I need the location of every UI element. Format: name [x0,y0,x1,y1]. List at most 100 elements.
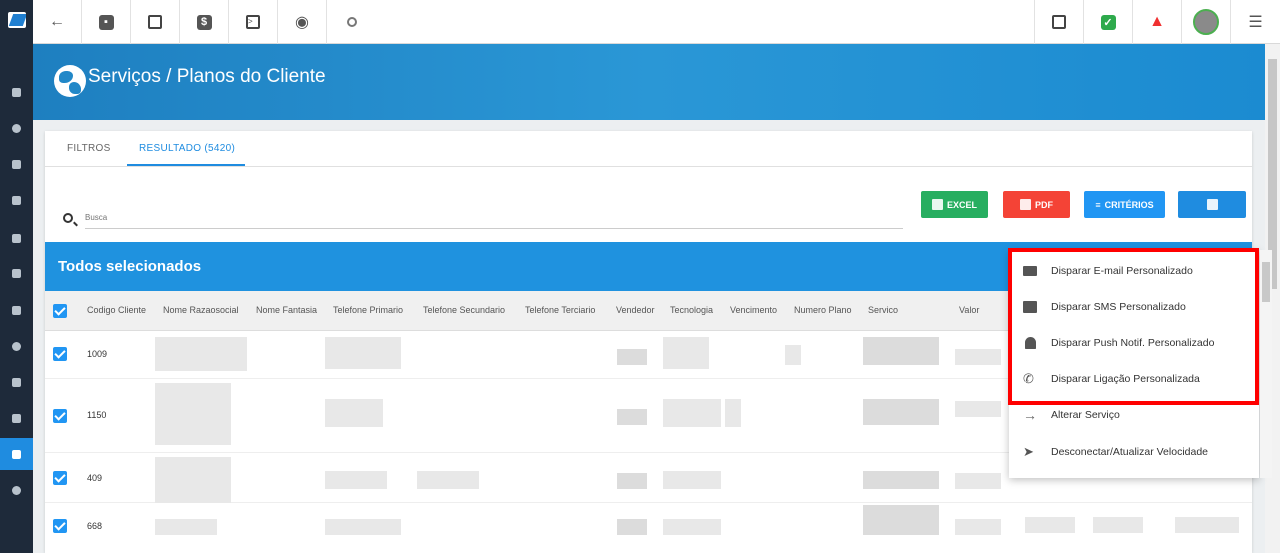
redacted-cell [725,399,741,427]
sidebar-item-user[interactable] [0,330,33,362]
sidebar-item-box[interactable] [0,257,33,289]
settings-button[interactable] [1178,191,1246,218]
pdf-icon [1020,199,1031,210]
calendar-clock-icon[interactable] [131,0,180,44]
sms-icon [1023,301,1037,313]
redacted-cell [663,471,721,489]
redacted-cell [1025,517,1075,533]
redacted-cell [417,471,479,489]
phone-icon: ✆ [1023,371,1034,386]
email-icon [1023,266,1037,276]
avatar[interactable] [1181,0,1230,44]
redacted-cell [617,349,647,365]
select-all-checkbox[interactable] [53,304,67,318]
col-valor[interactable]: Valor [959,305,979,315]
dollar-icon[interactable]: $ [180,0,229,44]
top-toolbar: ← ▪ $ > ◉ ✓ ▲ ☰ [33,0,1280,44]
sidebar-item-services[interactable] [0,438,33,470]
tab-filtros[interactable]: FILTROS [67,143,111,154]
sidebar-item-contacts[interactable] [0,148,33,180]
redacted-cell [1093,517,1143,533]
menu-item-desconectar[interactable]: ➤ Desconectar/Atualizar Velocidade [1009,434,1249,470]
back-arrow-icon[interactable]: ← [33,0,82,44]
sidebar-item-calendar[interactable] [0,222,33,254]
page-title: Serviços / Planos do Cliente [88,66,326,87]
sidebar [0,0,33,553]
row-checkbox[interactable] [53,519,67,533]
redacted-cell [155,519,217,535]
col-telefone-terciario[interactable]: Telefone Terciario [525,305,595,315]
redacted-cell [617,409,647,425]
cell-codigo: 1150 [87,410,107,420]
send-icon: ➤ [1023,444,1034,459]
sidebar-item-settings[interactable] [0,474,33,506]
terminal-icon[interactable]: > [229,0,278,44]
sidebar-item-money[interactable] [0,294,33,326]
redacted-cell [155,337,247,371]
list-icon[interactable]: ☰ [1230,0,1280,44]
sidebar-item-document[interactable] [0,366,33,398]
excel-icon [931,199,943,210]
pdf-button[interactable]: PDF [1003,191,1070,218]
col-vendedor[interactable]: Vendedor [616,305,655,315]
contact-card-icon[interactable]: ▪ [82,0,131,44]
col-servico[interactable]: Servico [868,305,898,315]
tab-indicator [127,164,245,166]
col-telefone-primario[interactable]: Telefone Primario [333,305,403,315]
redacted-cell [955,519,1001,535]
redacted-cell [955,401,1001,417]
col-codigo-cliente[interactable]: Codigo Cliente [87,305,146,315]
menu-item-alterar-servico[interactable]: → Alterar Serviço [1009,397,1249,433]
cell-codigo: 668 [87,521,103,531]
eye-icon[interactable]: ◉ [278,0,327,44]
tab-resultado[interactable]: RESULTADO (5420) [139,143,235,154]
menu-scrollbar[interactable] [1260,250,1272,478]
redacted-cell [955,349,1001,365]
col-telefone-secundario[interactable]: Telefone Secundario [423,305,505,315]
redacted-cell [617,473,647,489]
excel-button[interactable]: EXCEL [921,191,988,218]
bell-icon [1025,337,1036,349]
menu-item-email[interactable]: Disparar E-mail Personalizado [1009,253,1249,289]
sidebar-item-board[interactable] [0,184,33,216]
gear-icon [1206,199,1218,210]
sidebar-item-dashboard[interactable] [0,76,33,108]
sidebar-item-server[interactable] [0,402,33,434]
redacted-cell [663,519,721,535]
menu-item-sms[interactable]: Disparar SMS Personalizado [1009,289,1249,325]
menu-item-push[interactable]: Disparar Push Notif. Personalizado [1009,325,1249,361]
redacted-cell [863,337,939,365]
redacted-cell [863,399,939,425]
col-vencimento[interactable]: Vencimento [730,305,777,315]
search-icon[interactable] [327,0,376,44]
row-checkbox[interactable] [53,347,67,361]
col-tecnologia[interactable]: Tecnologia [670,305,713,315]
redacted-cell [325,471,387,489]
redacted-cell [785,345,801,365]
redacted-cell [155,457,231,503]
criterios-button[interactable]: ≡ CRITÉRIOS [1084,191,1165,218]
tab-bar: FILTROS RESULTADO (5420) [45,131,1252,167]
sidebar-item-chart[interactable] [0,112,33,144]
redacted-cell [617,519,647,535]
col-nome-fantasia[interactable]: Nome Fantasia [256,305,317,315]
redacted-cell [325,337,401,369]
row-checkbox[interactable] [53,471,67,485]
search-input[interactable] [85,207,903,229]
arrow-right-icon: → [1023,407,1037,423]
alarm-bell-icon[interactable]: ▲ [1132,0,1181,44]
redacted-cell [863,505,939,535]
col-numero-plano[interactable]: Numero Plano [794,305,852,315]
actions-menu: Disparar E-mail Personalizado Disparar S… [1009,250,1259,478]
col-nome-razaosocial[interactable]: Nome Razaosocial [163,305,239,315]
menu-item-ligacao[interactable]: ✆ Disparar Ligação Personalizada [1009,361,1249,397]
search-icon [63,213,73,223]
app-logo[interactable] [0,0,33,40]
redacted-cell [955,473,1001,489]
redacted-cell [863,471,939,489]
check-icon[interactable]: ✓ [1083,0,1132,44]
table-row[interactable]: 668 [45,503,1252,553]
redacted-cell [325,399,383,427]
pdf-icon[interactable] [1034,0,1083,44]
row-checkbox[interactable] [53,409,67,423]
